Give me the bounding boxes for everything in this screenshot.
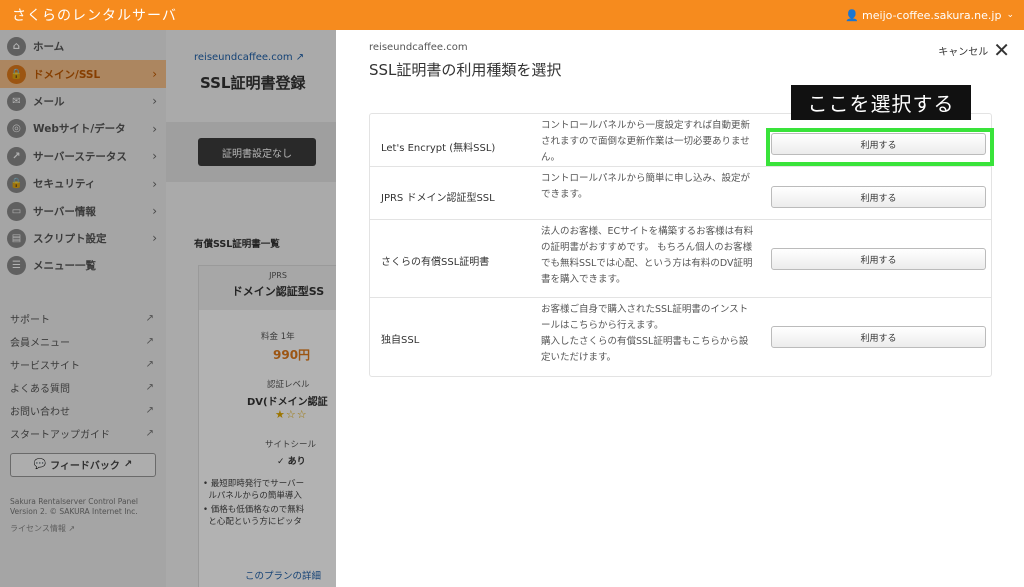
modal-backdrop[interactable] xyxy=(0,30,336,587)
ssl-option-row: さくらの有償SSL証明書 法人のお客様、ECサイトを構築するお客様は有料の証明書が… xyxy=(370,220,991,298)
use-button[interactable]: 利用する xyxy=(771,248,986,270)
use-button[interactable]: 利用する xyxy=(771,326,986,348)
modal-title: SSL証明書の利用種類を選択 xyxy=(369,61,562,79)
ssl-option-row: JPRS ドメイン認証型SSL コントロールパネルから簡単に申し込み、設定ができま… xyxy=(370,167,991,220)
ssl-option-name: Let's Encrypt (無料SSL) xyxy=(381,143,496,154)
chevron-down-icon: ⌄ xyxy=(1006,10,1014,20)
account-menu[interactable]: 👤 meijo-coffee.sakura.ne.jp ⌄ xyxy=(845,9,1014,22)
ssl-option-description: コントロールパネルから簡単に申し込み、設定ができます。 xyxy=(541,173,751,200)
cancel-label: キャンセル xyxy=(938,46,989,58)
ssl-option-description: コントロールパネルから一度設定すれば自動更新されますので面倒な更新作業は一切必要… xyxy=(541,120,751,163)
selection-highlight xyxy=(766,128,994,166)
top-bar: さくらのレンタルサーバ 👤 meijo-coffee.sakura.ne.jp … xyxy=(0,0,1024,30)
ssl-option-name: JPRS ドメイン認証型SSL xyxy=(381,193,495,204)
user-icon: 👤 xyxy=(845,8,860,22)
cancel-button[interactable]: キャンセル ✕ xyxy=(938,40,1010,60)
modal-domain: reiseundcaffee.com xyxy=(369,42,468,53)
ssl-option-row: 独自SSL お客様ご自身で購入されたSSL証明書のインストールはこちらから行えます… xyxy=(370,298,991,376)
ssl-option-description: お客様ご自身で購入されたSSL証明書のインストールはこちらから行えます。 購入し… xyxy=(541,304,749,363)
close-icon: ✕ xyxy=(993,38,1010,62)
ssl-option-description: 法人のお客様、ECサイトを構築するお客様は有料の証明書がおすすめです。 もちろん… xyxy=(541,226,754,285)
ssl-option-name: 独自SSL xyxy=(381,335,420,346)
brand-logo[interactable]: さくらのレンタルサーバ xyxy=(12,5,177,25)
ssl-type-modal: reiseundcaffee.com SSL証明書の利用種類を選択 キャンセル … xyxy=(336,30,1024,587)
use-button[interactable]: 利用する xyxy=(771,186,986,208)
instruction-callout: ここを選択する xyxy=(791,85,971,120)
account-name: meijo-coffee.sakura.ne.jp xyxy=(862,8,1002,22)
ssl-option-name: さくらの有償SSL証明書 xyxy=(381,257,490,268)
